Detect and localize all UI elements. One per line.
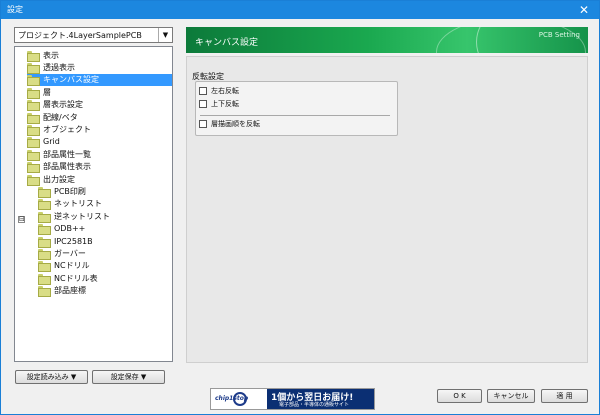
ok-button[interactable]: O K bbox=[437, 389, 482, 403]
tree-item-label: Grid bbox=[43, 137, 60, 147]
save-settings-button[interactable]: 設定保存 ▼ bbox=[92, 370, 165, 384]
window-title: 設定 bbox=[7, 5, 23, 14]
page-title: キャンバス設定 bbox=[195, 38, 259, 48]
reverse-layer-order-checkbox[interactable]: 層描画順を反転 bbox=[199, 119, 260, 129]
flip-horizontal-checkbox[interactable]: 左右反転 bbox=[199, 86, 239, 96]
title-bar: 設定 ✕ bbox=[1, 1, 599, 19]
folder-icon bbox=[38, 186, 51, 198]
folder-icon bbox=[38, 224, 51, 236]
tree-item-gerber[interactable]: ガーバー bbox=[38, 247, 86, 260]
checkbox-box[interactable] bbox=[199, 87, 207, 95]
ad-banner[interactable]: chip1stop 1個から翌日お届け! 電子部品・半導体の通販サイト bbox=[210, 388, 375, 410]
tree-item-layer-display[interactable]: 層表示設定 bbox=[27, 99, 83, 112]
collapse-icon[interactable]: ⊟ bbox=[18, 216, 25, 223]
cancel-button[interactable]: キャンセル bbox=[487, 389, 535, 403]
checkbox-label: 上下反転 bbox=[211, 100, 239, 108]
tree-item-layer[interactable]: 層 bbox=[27, 86, 51, 99]
tree-item-object[interactable]: オブジェクト bbox=[27, 123, 91, 136]
folder-icon bbox=[27, 124, 40, 136]
tree-item-nc-drill-table[interactable]: NCドリル表 bbox=[38, 272, 98, 285]
apply-button[interactable]: 適 用 bbox=[541, 389, 588, 403]
header-subtitle: PCB Setting bbox=[538, 31, 580, 39]
close-icon[interactable]: ✕ bbox=[569, 1, 599, 19]
tree-item-label: NCドリル bbox=[54, 261, 90, 271]
tree-item-label: 部品属性表示 bbox=[43, 162, 91, 172]
folder-icon bbox=[38, 211, 51, 223]
project-select[interactable]: プロジェクト.4LayerSamplePCB ▼ bbox=[14, 27, 173, 43]
tree-item-netlist[interactable]: ネットリスト bbox=[38, 198, 102, 211]
folder-icon bbox=[27, 112, 40, 124]
folder-icon bbox=[38, 261, 51, 273]
panel-header: キャンバス設定 PCB Setting bbox=[186, 27, 588, 53]
tree-item-label: PCB印刷 bbox=[54, 186, 86, 196]
checkbox-box[interactable] bbox=[199, 100, 207, 108]
folder-icon bbox=[27, 137, 40, 149]
tree-item-label: ネットリスト bbox=[54, 199, 102, 209]
folder-icon bbox=[38, 273, 51, 285]
tree-item-label: ODB++ bbox=[54, 224, 86, 234]
tree-item-label: 出力設定 bbox=[43, 174, 75, 184]
tree-item-label: 部品座標 bbox=[54, 286, 86, 296]
tree-item-part-attr-display[interactable]: 部品属性表示 bbox=[27, 161, 91, 174]
folder-icon bbox=[38, 286, 51, 298]
checkbox-box[interactable] bbox=[199, 120, 207, 128]
folder-icon bbox=[38, 236, 51, 248]
tree-item-label: オブジェクト bbox=[43, 124, 91, 134]
divider bbox=[200, 115, 390, 116]
tree-item-label: 表示 bbox=[43, 50, 59, 60]
settings-tree[interactable]: ⊟ 表示 透過表示 キャンバス設定 層 層表示設定 配線/ベタ オブジェクト G… bbox=[14, 46, 173, 362]
tree-item-label: IPC2581B bbox=[54, 236, 93, 246]
tree-item-ipc2581b[interactable]: IPC2581B bbox=[38, 235, 93, 248]
tree-item-label: 層 bbox=[43, 87, 51, 97]
tree-item-reverse-netlist[interactable]: 逆ネットリスト bbox=[38, 210, 110, 223]
folder-icon bbox=[27, 62, 40, 74]
folder-icon bbox=[27, 75, 40, 87]
tree-item-wiring[interactable]: 配線/ベタ bbox=[27, 111, 78, 124]
tree-item-odb[interactable]: ODB++ bbox=[38, 223, 86, 236]
banner-logo: chip1stop bbox=[215, 395, 249, 402]
folder-icon bbox=[27, 162, 40, 174]
tree-item-label: キャンバス設定 bbox=[43, 75, 99, 85]
tree-item-grid[interactable]: Grid bbox=[27, 136, 60, 149]
chevron-down-icon[interactable]: ▼ bbox=[158, 28, 172, 42]
tree-item-pcb-print[interactable]: PCB印刷 bbox=[38, 185, 86, 198]
folder-icon bbox=[27, 87, 40, 99]
tree-item-part-attr-list[interactable]: 部品属性一覧 bbox=[27, 148, 91, 161]
tree-item-label: 部品属性一覧 bbox=[43, 149, 91, 159]
folder-icon bbox=[38, 248, 51, 260]
settings-window: 設定 ✕ プロジェクト.4LayerSamplePCB ▼ ⊟ 表示 透過表示 … bbox=[0, 0, 600, 415]
tree-item-nc-drill[interactable]: NCドリル bbox=[38, 260, 90, 273]
folder-icon bbox=[27, 174, 40, 186]
tree-item-output-settings[interactable]: 出力設定 bbox=[27, 173, 75, 186]
flip-vertical-checkbox[interactable]: 上下反転 bbox=[199, 99, 239, 109]
tree-item-transparent-display[interactable]: 透過表示 bbox=[27, 61, 75, 74]
checkbox-label: 層描画順を反転 bbox=[211, 120, 260, 128]
tree-item-part-coordinates[interactable]: 部品座標 bbox=[38, 285, 86, 298]
load-settings-button[interactable]: 設定読み込み ▼ bbox=[15, 370, 88, 384]
tree-item-label: 配線/ベタ bbox=[43, 112, 78, 122]
tree-item-label: ガーバー bbox=[54, 248, 86, 258]
tree-item-canvas-settings[interactable]: キャンバス設定 bbox=[27, 73, 172, 87]
project-select-value: プロジェクト.4LayerSamplePCB bbox=[18, 31, 142, 40]
tree-item-label: 層表示設定 bbox=[43, 100, 83, 110]
tree-item-label: 透過表示 bbox=[43, 62, 75, 72]
tree-item-label: NCドリル表 bbox=[54, 273, 98, 283]
tree-item-display[interactable]: 表示 bbox=[27, 49, 59, 62]
tree-item-label: 逆ネットリスト bbox=[54, 211, 110, 221]
folder-icon bbox=[38, 199, 51, 211]
banner-subtext: 電子部品・半導体の通販サイト bbox=[279, 402, 350, 408]
folder-icon bbox=[27, 149, 40, 161]
checkbox-label: 左右反転 bbox=[211, 87, 239, 95]
folder-icon bbox=[27, 100, 40, 112]
folder-icon bbox=[27, 50, 40, 62]
